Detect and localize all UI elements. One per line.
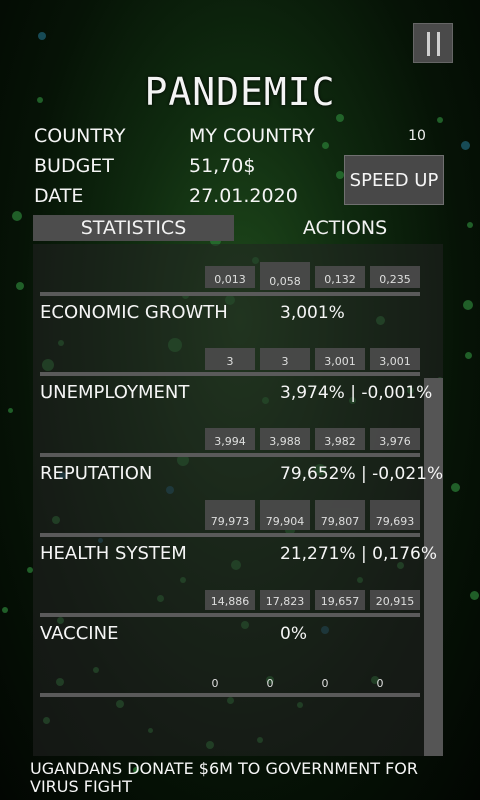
history-value: 0 (321, 677, 329, 690)
history-value: 0 (211, 677, 219, 690)
budget-value: 51,70$ (189, 155, 256, 177)
stat-label: VACCINE (40, 623, 119, 644)
history-bar: 17,823 (260, 590, 310, 610)
country-label: COUNTRY (34, 125, 126, 147)
stat-label: REPUTATION (40, 463, 153, 484)
virus-particle (469, 590, 479, 600)
history-bar: 3,001 (315, 348, 365, 370)
virus-particle (464, 351, 472, 359)
history-bar: 0,058 (260, 262, 310, 290)
history-value: 0 (376, 677, 384, 690)
history-bar: 3,994 (205, 428, 255, 450)
history-bar: 3,001 (370, 348, 420, 370)
stat-label: UNEMPLOYMENT (40, 382, 190, 403)
virus-particle (2, 607, 8, 613)
tab-statistics[interactable]: STATISTICS (33, 215, 234, 241)
virus-particle (437, 117, 443, 123)
stat-label: HEALTH SYSTEM (40, 543, 187, 564)
stat-value: 3,974% | -0,001% (280, 383, 433, 403)
stat-divider (40, 372, 420, 376)
stat-divider (40, 533, 420, 537)
pause-icon-bar (437, 32, 440, 56)
stat-divider (40, 613, 420, 617)
history-bar: 79,693 (370, 500, 420, 530)
stat-value: 0% (280, 624, 307, 644)
history-bar: 3 (260, 348, 310, 370)
history-bar: 3,976 (370, 428, 420, 450)
pause-button[interactable] (413, 23, 453, 63)
history-bar: 0,132 (315, 266, 365, 288)
history-bar: 0,235 (370, 266, 420, 288)
date-label: DATE (34, 185, 84, 207)
count-badge: 10 (408, 128, 426, 144)
date-value: 27.01.2020 (189, 185, 298, 207)
stat-divider (40, 292, 420, 296)
news-ticker: UGANDANS DONATE $6M TO GOVERNMENT FOR VI… (30, 759, 418, 796)
virus-particle (460, 140, 470, 150)
virus-particle (336, 171, 344, 179)
stat-label: ECONOMIC GROWTH (40, 302, 228, 323)
tab-actions[interactable]: ACTIONS (250, 215, 440, 241)
history-bar: 20,915 (370, 590, 420, 610)
pause-icon (427, 32, 430, 56)
scrollbar[interactable] (424, 378, 443, 756)
history-bar: 3,982 (315, 428, 365, 450)
history-bar: 79,904 (260, 500, 310, 530)
virus-particle (38, 32, 46, 40)
virus-particle (467, 222, 473, 228)
stat-value: 3,001% (280, 303, 345, 323)
country-value: MY COUNTRY (189, 125, 315, 147)
history-bar: 14,886 (205, 590, 255, 610)
virus-particle (16, 282, 24, 290)
virus-particle (12, 211, 22, 221)
virus-particle (321, 141, 329, 149)
stat-value: 79,652% | -0,021% (280, 464, 444, 484)
history-bar: 79,807 (315, 500, 365, 530)
virus-particle (336, 114, 344, 122)
stat-divider (40, 453, 420, 457)
history-bar: 19,657 (315, 590, 365, 610)
budget-label: BUDGET (34, 155, 114, 177)
history-bar: 3,988 (260, 428, 310, 450)
history-value: 0 (266, 677, 274, 690)
history-bar: 79,973 (205, 500, 255, 530)
stat-value: 21,271% | 0,176% (280, 544, 437, 564)
virus-particle (463, 300, 473, 310)
history-bar: 0,013 (205, 266, 255, 288)
game-title: PANDEMIC (144, 70, 336, 114)
history-bar: 3 (205, 348, 255, 370)
virus-particle (450, 482, 460, 492)
stat-divider (40, 693, 420, 697)
virus-particle (7, 407, 13, 413)
speed-up-button[interactable]: SPEED UP (344, 155, 444, 205)
